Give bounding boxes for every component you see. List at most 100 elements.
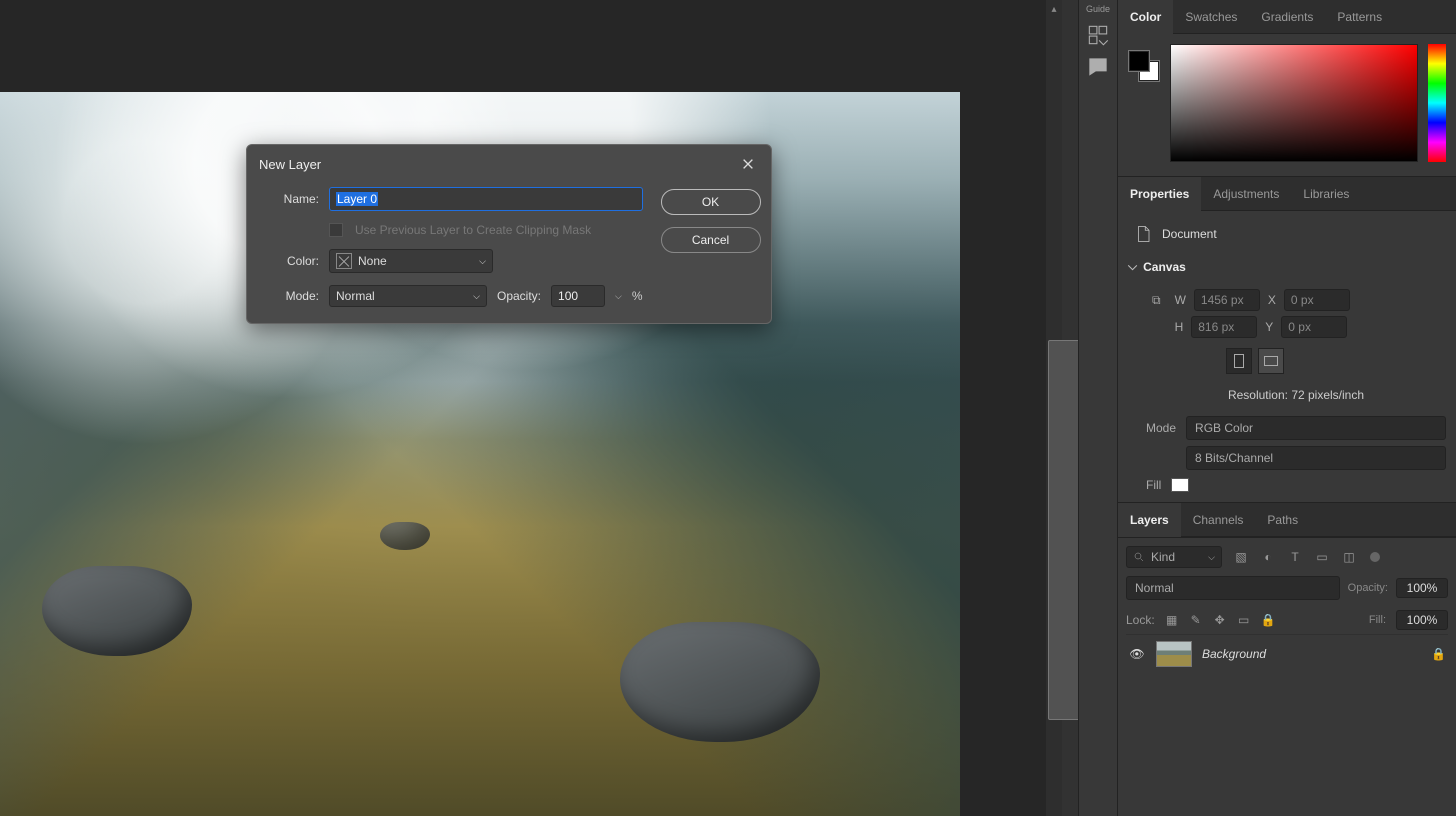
y-field[interactable]: 0 px	[1281, 316, 1347, 338]
close-icon	[741, 157, 755, 171]
name-label: Name:	[261, 192, 319, 206]
bit-depth-select[interactable]: 8 Bits/Channel	[1186, 446, 1446, 470]
layers-panel: Layers Channels Paths Kind ⌵ ▧ ◐ T ▭ ◫	[1118, 503, 1456, 679]
tab-adjustments[interactable]: Adjustments	[1201, 177, 1291, 211]
lock-all-icon[interactable]: 🔒	[1261, 613, 1275, 627]
layer-fill-label: Fill:	[1369, 614, 1386, 626]
layer-thumbnail[interactable]	[1156, 641, 1192, 667]
chevron-down-icon: ⌵	[1208, 552, 1215, 563]
tab-layers[interactable]: Layers	[1118, 503, 1181, 537]
ok-button[interactable]: OK	[661, 189, 761, 215]
cancel-button[interactable]: Cancel	[661, 227, 761, 253]
document-label: Document	[1162, 227, 1217, 241]
properties-panel-tabs: Properties Adjustments Libraries	[1118, 177, 1456, 211]
foreground-color-swatch[interactable]	[1128, 50, 1150, 72]
properties-panel: Properties Adjustments Libraries Documen…	[1118, 177, 1456, 503]
hue-slider[interactable]	[1428, 44, 1446, 162]
tab-swatches[interactable]: Swatches	[1173, 0, 1249, 34]
width-label: W	[1175, 293, 1186, 307]
width-field[interactable]: 1456 px	[1194, 289, 1260, 311]
canvas-section-header[interactable]: Canvas	[1128, 255, 1446, 278]
tab-patterns[interactable]: Patterns	[1325, 0, 1394, 34]
blend-mode-select[interactable]: Normal ⌵	[329, 285, 487, 307]
lock-label: Lock:	[1126, 613, 1155, 627]
layer-row-background[interactable]: 👁 Background 🔒	[1126, 634, 1448, 673]
lock-artboard-icon[interactable]: ▭	[1237, 613, 1251, 627]
layer-lock-icon[interactable]: 🔒	[1431, 647, 1446, 661]
resolution-readout: Resolution: 72 pixels/inch	[1146, 380, 1446, 410]
y-label: Y	[1265, 320, 1273, 334]
filter-smartobject-icon[interactable]: ◫	[1342, 550, 1356, 564]
layer-name[interactable]: Background	[1202, 647, 1266, 661]
chevron-down-icon	[1128, 259, 1137, 274]
vertical-scrollbar[interactable]: ▴	[1046, 0, 1062, 816]
history-icon[interactable]	[1085, 24, 1111, 46]
document-icon	[1134, 223, 1152, 245]
tab-color[interactable]: Color	[1118, 0, 1173, 34]
chevron-down-icon: ⌵	[479, 256, 486, 267]
filter-adjustment-icon[interactable]: ◐	[1261, 550, 1275, 564]
x-field[interactable]: 0 px	[1284, 289, 1350, 311]
x-label: X	[1268, 293, 1276, 307]
none-swatch-icon	[336, 253, 352, 269]
right-panel-stack: Color Swatches Gradients Patterns Proper…	[1118, 0, 1456, 816]
layer-name-value: Layer 0	[336, 192, 378, 206]
height-field[interactable]: 816 px	[1191, 316, 1257, 338]
layers-panel-tabs: Layers Channels Paths	[1118, 503, 1456, 537]
guide-label: Guide	[1079, 4, 1117, 14]
tab-paths[interactable]: Paths	[1255, 503, 1310, 537]
layer-filter-kind-select[interactable]: Kind ⌵	[1126, 546, 1222, 568]
layer-filter-icons: ▧ ◐ T ▭ ◫	[1234, 550, 1356, 564]
document-indicator: Document	[1128, 217, 1446, 255]
collapsed-panel-strip: Guide	[1078, 0, 1118, 816]
filter-shape-icon[interactable]: ▭	[1315, 550, 1329, 564]
mode-value: Normal	[336, 289, 375, 303]
layer-color-select[interactable]: None ⌵	[329, 249, 493, 273]
percent-symbol: %	[632, 289, 643, 303]
foreground-background-swatch[interactable]	[1128, 50, 1160, 82]
clipping-mask-checkbox	[329, 223, 343, 237]
filter-toggle-icon[interactable]	[1370, 552, 1380, 562]
chevron-down-icon[interactable]: ⌵	[615, 291, 622, 302]
fill-label: Fill	[1146, 478, 1161, 492]
new-layer-dialog: New Layer Name: Layer 0 Use Previous Lay…	[246, 144, 772, 324]
comment-icon[interactable]	[1085, 56, 1111, 78]
mode-label: Mode:	[261, 289, 319, 303]
color-label: Color:	[261, 254, 319, 268]
lock-position-icon[interactable]: ✥	[1213, 613, 1227, 627]
lock-transparency-icon[interactable]: ▦	[1165, 613, 1179, 627]
mode-label: Mode	[1146, 421, 1176, 435]
layer-fill-field[interactable]: 100%	[1396, 610, 1448, 630]
height-label: H	[1175, 320, 1184, 334]
dialog-title: New Layer	[259, 157, 321, 172]
dialog-close-button[interactable]	[737, 153, 759, 175]
opacity-label: Opacity:	[497, 289, 541, 303]
filter-type-icon[interactable]: T	[1288, 550, 1302, 564]
clipping-mask-label: Use Previous Layer to Create Clipping Ma…	[355, 223, 591, 237]
tab-gradients[interactable]: Gradients	[1249, 0, 1325, 34]
kind-label: Kind	[1151, 550, 1175, 564]
scroll-up-icon[interactable]: ▴	[1046, 0, 1062, 19]
layer-opacity-field[interactable]: 100%	[1396, 578, 1448, 598]
color-panel-tabs: Color Swatches Gradients Patterns	[1118, 0, 1456, 34]
layer-name-input[interactable]: Layer 0	[329, 187, 643, 211]
canvas-fill-swatch[interactable]	[1171, 478, 1189, 492]
chevron-down-icon: ⌵	[473, 291, 480, 302]
link-dimensions-icon[interactable]: ⧉	[1146, 293, 1167, 308]
orientation-portrait-button[interactable]	[1226, 348, 1252, 374]
visibility-eye-icon[interactable]: 👁	[1128, 647, 1146, 661]
color-mode-select[interactable]: RGB Color	[1186, 416, 1446, 440]
tab-channels[interactable]: Channels	[1181, 503, 1256, 537]
canvas-title: Canvas	[1143, 260, 1186, 274]
opacity-input[interactable]: 100	[551, 285, 605, 307]
color-value: None	[358, 254, 387, 268]
orientation-landscape-button[interactable]	[1258, 348, 1284, 374]
tab-libraries[interactable]: Libraries	[1291, 177, 1361, 211]
filter-pixel-icon[interactable]: ▧	[1234, 550, 1248, 564]
canvas-workspace	[0, 0, 1046, 816]
blend-mode-select[interactable]: Normal	[1126, 576, 1340, 600]
tab-properties[interactable]: Properties	[1118, 177, 1201, 211]
search-icon	[1133, 551, 1145, 563]
lock-paint-icon[interactable]: ✎	[1189, 613, 1203, 627]
color-field-picker[interactable]	[1170, 44, 1418, 162]
